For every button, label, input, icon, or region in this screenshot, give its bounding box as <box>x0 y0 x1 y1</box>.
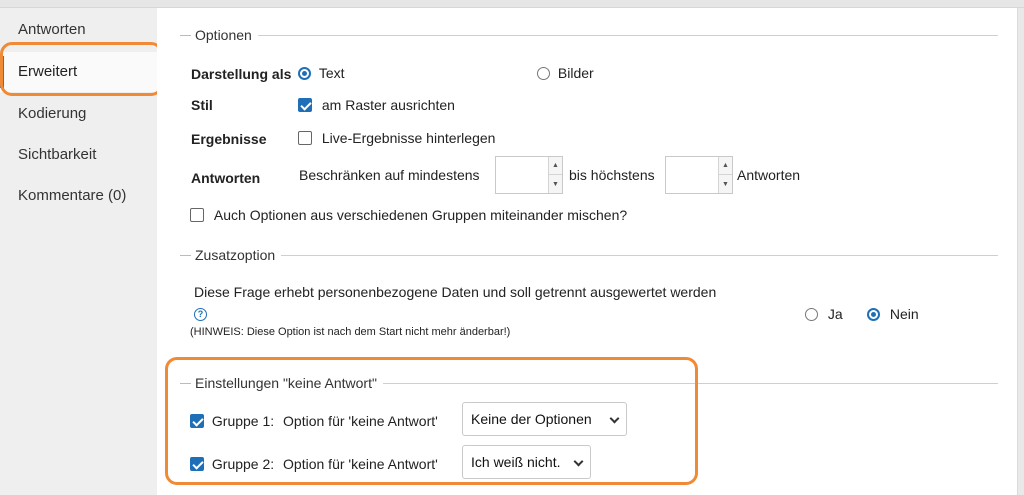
radio-ja-option[interactable]: Ja <box>805 305 843 322</box>
scrollbar[interactable] <box>1017 8 1024 495</box>
nein-label: Nein <box>889 306 919 323</box>
radio-nein[interactable] <box>867 307 880 321</box>
sidebar-item-sichtbarkeit[interactable]: Sichtbarkeit <box>0 135 157 175</box>
gruppe-2-label: Gruppe 2: <box>211 456 275 473</box>
gruppe-1-checkbox[interactable] <box>190 414 204 429</box>
radio-text[interactable] <box>298 66 311 80</box>
sidebar: Antworten Erweitert Kodierung Sichtbarke… <box>0 8 157 495</box>
gruppe-2-select[interactable]: Ich weiß nicht. <box>462 445 591 479</box>
live-checkbox-row[interactable]: Live-Ergebnisse hinterlegen <box>298 129 495 146</box>
sidebar-item-kodierung[interactable]: Kodierung <box>0 94 157 134</box>
radio-text-option[interactable]: Text <box>298 64 345 81</box>
keine-legend: Einstellungen "keine Antwort" <box>180 375 998 391</box>
chevron-down-icon <box>609 413 620 424</box>
gruppe-1-label: Gruppe 1: <box>211 413 275 430</box>
gruppe-2-checkbox[interactable] <box>190 457 204 472</box>
mischen-label: Auch Optionen aus verschiedenen Gruppen … <box>213 207 628 224</box>
gruppe-2-option-label: Option für 'keine Antwort' <box>283 456 438 473</box>
raster-checkbox[interactable] <box>298 98 312 113</box>
min-input[interactable] <box>496 157 548 193</box>
sidebar-item-erweitert[interactable]: Erweitert <box>0 52 157 92</box>
raster-label: am Raster ausrichten <box>321 97 455 114</box>
text-option-label: Text <box>318 65 345 82</box>
darstellung-label: Darstellung als <box>191 66 292 82</box>
max-prefix: bis höchstens <box>569 167 655 183</box>
optionen-legend: Optionen <box>180 27 998 43</box>
gruppe-2-row: Gruppe 2: Option für 'keine Antwort' <box>190 455 438 472</box>
mischen-checkbox[interactable] <box>190 208 204 223</box>
sidebar-item-kommentare[interactable]: Kommentare (0) <box>0 176 157 216</box>
min-down-icon[interactable]: ▼ <box>549 175 562 193</box>
stil-label: Stil <box>191 97 213 113</box>
radio-bilder-option[interactable]: Bilder <box>537 64 594 81</box>
max-input[interactable] <box>666 157 718 193</box>
sidebar-item-antworten[interactable]: Antworten <box>0 10 157 50</box>
antworten-label: Antworten <box>191 170 261 186</box>
gruppe-1-row: Gruppe 1: Option für 'keine Antwort' <box>190 412 438 429</box>
raster-checkbox-row[interactable]: am Raster ausrichten <box>298 96 455 113</box>
ergebnisse-label: Ergebnisse <box>191 131 267 147</box>
hinweis-text: (HINWEIS: Diese Option ist nach dem Star… <box>190 326 511 338</box>
top-edge <box>0 0 1024 8</box>
gruppe-1-select[interactable]: Keine der Optionen <box>462 402 627 436</box>
max-up-icon[interactable]: ▲ <box>719 157 732 175</box>
live-label: Live-Ergebnisse hinterlegen <box>321 130 496 147</box>
radio-nein-option[interactable]: Nein <box>867 305 919 322</box>
antworten-suffix: Antworten <box>737 167 801 183</box>
help-icon[interactable]: ? <box>194 308 207 321</box>
zusatz-frage-text: Diese Frage erhebt personenbezogene Date… <box>194 284 717 300</box>
gruppe-1-selected: Keine der Optionen <box>471 411 592 427</box>
zusatz-legend: Zusatzoption <box>180 247 998 263</box>
gruppe-2-selected: Ich weiß nicht. <box>471 454 561 470</box>
radio-ja[interactable] <box>805 307 818 321</box>
max-down-icon[interactable]: ▼ <box>719 175 732 193</box>
chevron-down-icon <box>573 456 584 467</box>
live-checkbox[interactable] <box>298 131 312 146</box>
min-up-icon[interactable]: ▲ <box>549 157 562 175</box>
mischen-checkbox-row[interactable]: Auch Optionen aus verschiedenen Gruppen … <box>190 206 627 223</box>
radio-bilder[interactable] <box>537 66 550 80</box>
min-stepper[interactable]: ▲ ▼ <box>495 156 563 194</box>
ja-label: Ja <box>827 306 843 323</box>
bilder-option-label: Bilder <box>557 65 594 82</box>
gruppe-1-option-label: Option für 'keine Antwort' <box>283 413 438 430</box>
max-stepper[interactable]: ▲ ▼ <box>665 156 733 194</box>
min-prefix: Beschränken auf mindestens <box>299 167 480 183</box>
